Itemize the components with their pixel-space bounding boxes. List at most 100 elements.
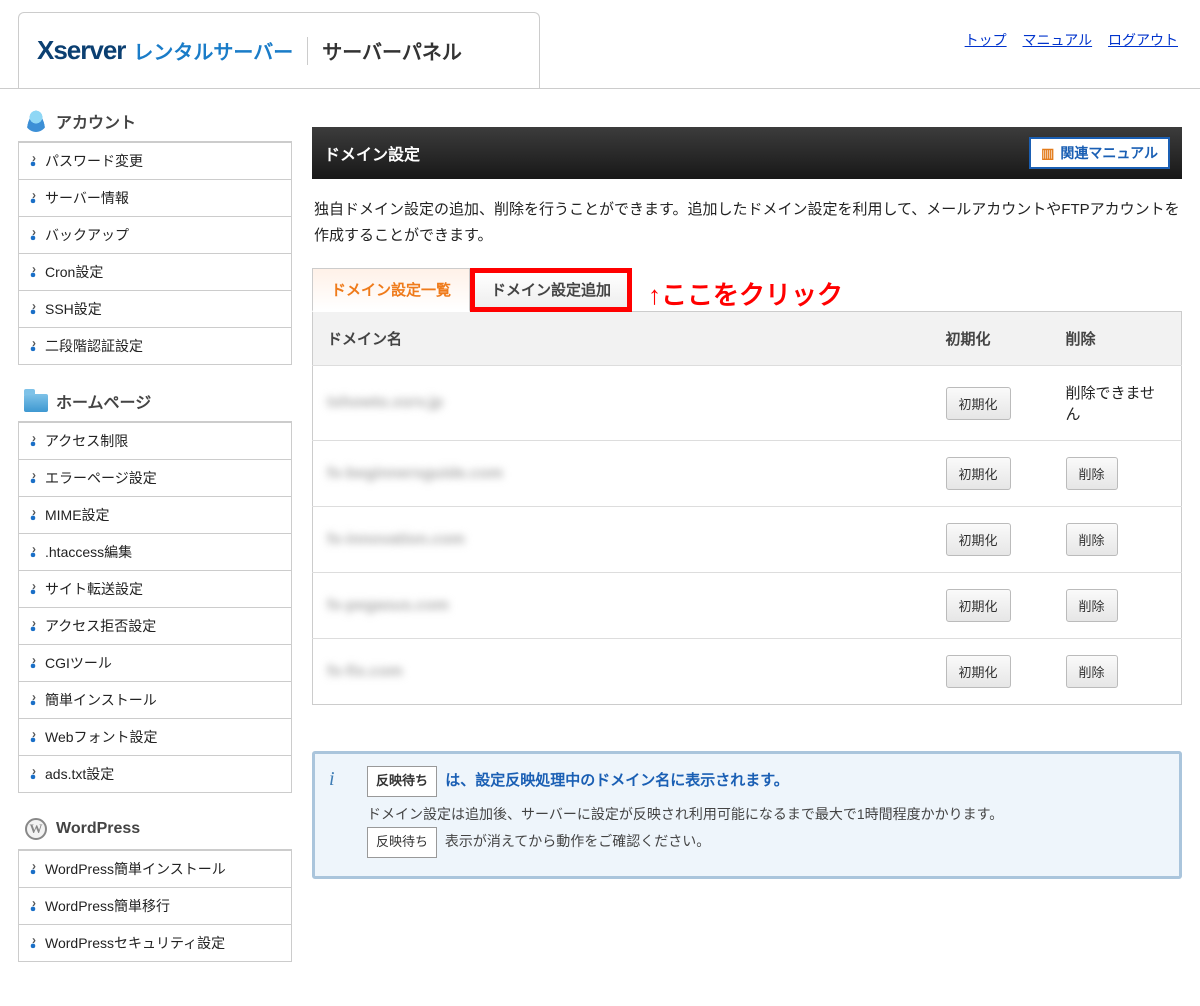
- related-manual-button[interactable]: ▥ 関連マニュアル: [1029, 137, 1170, 169]
- sidebar-item-label: WordPress簡単移行: [45, 896, 170, 916]
- init-button[interactable]: 初期化: [946, 589, 1011, 622]
- tab-domain-add[interactable]: ドメイン設定追加: [470, 268, 632, 312]
- bullet-icon: [29, 695, 39, 705]
- top-top-link[interactable]: トップ: [965, 32, 1007, 48]
- sidebar-section-wordpress: W WordPress WordPress簡単インストール WordPress簡単…: [18, 807, 292, 962]
- bullet-icon: [29, 732, 39, 742]
- sidebar-title-homepage: ホームページ: [18, 379, 292, 422]
- sidebar-item-label: CGIツール: [45, 653, 112, 673]
- user-icon: [24, 109, 48, 133]
- sidebar-item-label: サイト転送設定: [45, 579, 143, 599]
- sidebar-item-homepage-7[interactable]: 簡単インストール: [19, 681, 291, 718]
- page-description: 独自ドメイン設定の追加、削除を行うことができます。追加したドメイン設定を利用して…: [312, 179, 1182, 248]
- sidebar-item-homepage-8[interactable]: Webフォント設定: [19, 718, 291, 755]
- init-button[interactable]: 初期化: [946, 655, 1011, 688]
- wordpress-icon: W: [24, 817, 48, 841]
- panel-title: サーバーパネル: [322, 36, 462, 65]
- delete-button[interactable]: 削除: [1066, 457, 1118, 490]
- info-title-text: は、設定反映処理中のドメイン名に表示されます。: [445, 772, 789, 789]
- table-row: fx-pegasus.com初期化削除: [313, 573, 1182, 639]
- sidebar-title-account: アカウント: [18, 99, 292, 142]
- bullet-icon: [29, 584, 39, 594]
- sidebar-item-homepage-5[interactable]: アクセス拒否設定: [19, 607, 291, 644]
- sidebar-item-homepage-1[interactable]: エラーページ設定: [19, 459, 291, 496]
- table-row: fx-innovation.com 初期化 削除: [313, 507, 1182, 573]
- sidebar-item-homepage-9[interactable]: ads.txt設定: [19, 755, 291, 792]
- init-button[interactable]: 初期化: [946, 523, 1011, 556]
- delete-button[interactable]: 削除: [1066, 655, 1118, 688]
- domain-name-masked: fx-fix.com: [327, 663, 403, 680]
- sidebar-item-label: エラーページ設定: [45, 468, 157, 488]
- sidebar-item-account-0[interactable]: パスワード変更: [19, 142, 291, 179]
- sidebar-item-label: 二段階認証設定: [45, 336, 143, 356]
- info-title: 反映待ち は、設定反映処理中のドメイン名に表示されます。: [367, 766, 1165, 797]
- sidebar-section-account: アカウント パスワード変更サーバー情報バックアップ Cron設定SSH設定二段階認…: [18, 99, 292, 365]
- sidebar-item-label: Webフォント設定: [45, 727, 158, 747]
- domain-table: ドメイン名 初期化 削除 txhowto.xsrv.jp初期化削除できませんfx…: [312, 311, 1182, 705]
- folder-icon: [24, 389, 48, 413]
- sidebar-item-account-1[interactable]: サーバー情報: [19, 179, 291, 216]
- info-icon: i: [329, 768, 353, 792]
- bullet-icon: [29, 864, 39, 874]
- waiting-badge-2: 反映待ち: [367, 827, 437, 858]
- bullet-icon: [29, 769, 39, 779]
- sidebar-item-wordpress-0[interactable]: WordPress簡単インストール: [19, 850, 291, 887]
- book-icon: ▥: [1041, 145, 1054, 162]
- header: Xserver レンタルサーバー サーバーパネル: [18, 12, 540, 88]
- brand-subtitle: レンタルサーバー: [133, 36, 293, 65]
- table-row: fx-fix.com 初期化 削除: [313, 639, 1182, 705]
- sidebar-item-account-4[interactable]: SSH設定: [19, 290, 291, 327]
- sidebar-item-label: MIME設定: [45, 505, 110, 525]
- bullet-icon: [29, 341, 39, 351]
- brand-logo: Xserver: [37, 35, 125, 66]
- sidebar-item-wordpress-1[interactable]: WordPress簡単移行: [19, 887, 291, 924]
- tab-domain-list[interactable]: ドメイン設定一覧: [312, 268, 470, 312]
- sidebar-title-wordpress: W WordPress: [18, 807, 292, 850]
- sidebar-item-label: アクセス拒否設定: [45, 616, 156, 636]
- col-domain-name: ドメイン名: [313, 312, 932, 366]
- sidebar-item-homepage-3[interactable]: .htaccess編集: [19, 533, 291, 570]
- sidebar-item-homepage-6[interactable]: CGIツール: [19, 644, 291, 681]
- init-button[interactable]: 初期化: [946, 387, 1011, 420]
- sidebar-item-label: サーバー情報: [45, 188, 129, 208]
- info-line-1: ドメイン設定は追加後、サーバーに設定が反映され利用可能になるまで最大で1時間程度…: [367, 801, 1165, 828]
- top-manual-link[interactable]: マニュアル: [1023, 32, 1093, 48]
- sidebar-title-homepage-label: ホームページ: [56, 389, 151, 413]
- bullet-icon: [29, 938, 39, 948]
- bullet-icon: [29, 267, 39, 277]
- delete-button[interactable]: 削除: [1066, 523, 1118, 556]
- main-content: ドメイン設定 ▥ 関連マニュアル 独自ドメイン設定の追加、削除を行うことができま…: [312, 99, 1182, 976]
- domain-name-masked: fx-innovation.com: [327, 531, 465, 548]
- sidebar-item-homepage-0[interactable]: アクセス制限: [19, 422, 291, 459]
- sidebar-title-wordpress-label: WordPress: [56, 820, 140, 838]
- table-row: fx-beginnersguide.com 初期化 削除: [313, 441, 1182, 507]
- sidebar-item-label: WordPressセキュリティ設定: [45, 933, 225, 953]
- sidebar-item-homepage-2[interactable]: MIME設定: [19, 496, 291, 533]
- col-delete: 削除: [1052, 312, 1182, 366]
- init-button[interactable]: 初期化: [946, 457, 1011, 490]
- cannot-delete-label: 削除できません: [1066, 385, 1156, 423]
- col-init: 初期化: [932, 312, 1052, 366]
- domain-name-masked: fx-beginnersguide.com: [327, 465, 503, 482]
- sidebar-title-account-label: アカウント: [56, 109, 136, 133]
- sidebar-item-label: WordPress簡単インストール: [45, 859, 226, 879]
- sidebar-item-account-5[interactable]: 二段階認証設定: [19, 327, 291, 364]
- sidebar-item-account-2[interactable]: バックアップ: [19, 216, 291, 253]
- bullet-icon: [29, 230, 39, 240]
- domain-name-masked: txhowto.xsrv.jp: [327, 394, 443, 411]
- bullet-icon: [29, 621, 39, 631]
- page-title: ドメイン設定: [324, 141, 420, 165]
- top-logout-link[interactable]: ログアウト: [1108, 32, 1178, 48]
- click-here-annotation: ↑ここをクリック: [648, 275, 843, 312]
- bullet-icon: [29, 510, 39, 520]
- sidebar-item-wordpress-2[interactable]: WordPressセキュリティ設定: [19, 924, 291, 961]
- sidebar-item-label: ads.txt設定: [45, 764, 114, 784]
- delete-button[interactable]: 削除: [1066, 589, 1118, 622]
- table-row: txhowto.xsrv.jp 初期化 削除できません: [313, 366, 1182, 441]
- tabs: ドメイン設定一覧 ドメイン設定追加 ↑ここをクリック: [312, 268, 1182, 312]
- bullet-icon: [29, 901, 39, 911]
- sidebar-item-account-3[interactable]: Cron設定: [19, 253, 291, 290]
- sidebar-item-label: バックアップ: [45, 225, 129, 245]
- sidebar-item-homepage-4[interactable]: サイト転送設定: [19, 570, 291, 607]
- sidebar-item-label: アクセス制限: [45, 431, 128, 451]
